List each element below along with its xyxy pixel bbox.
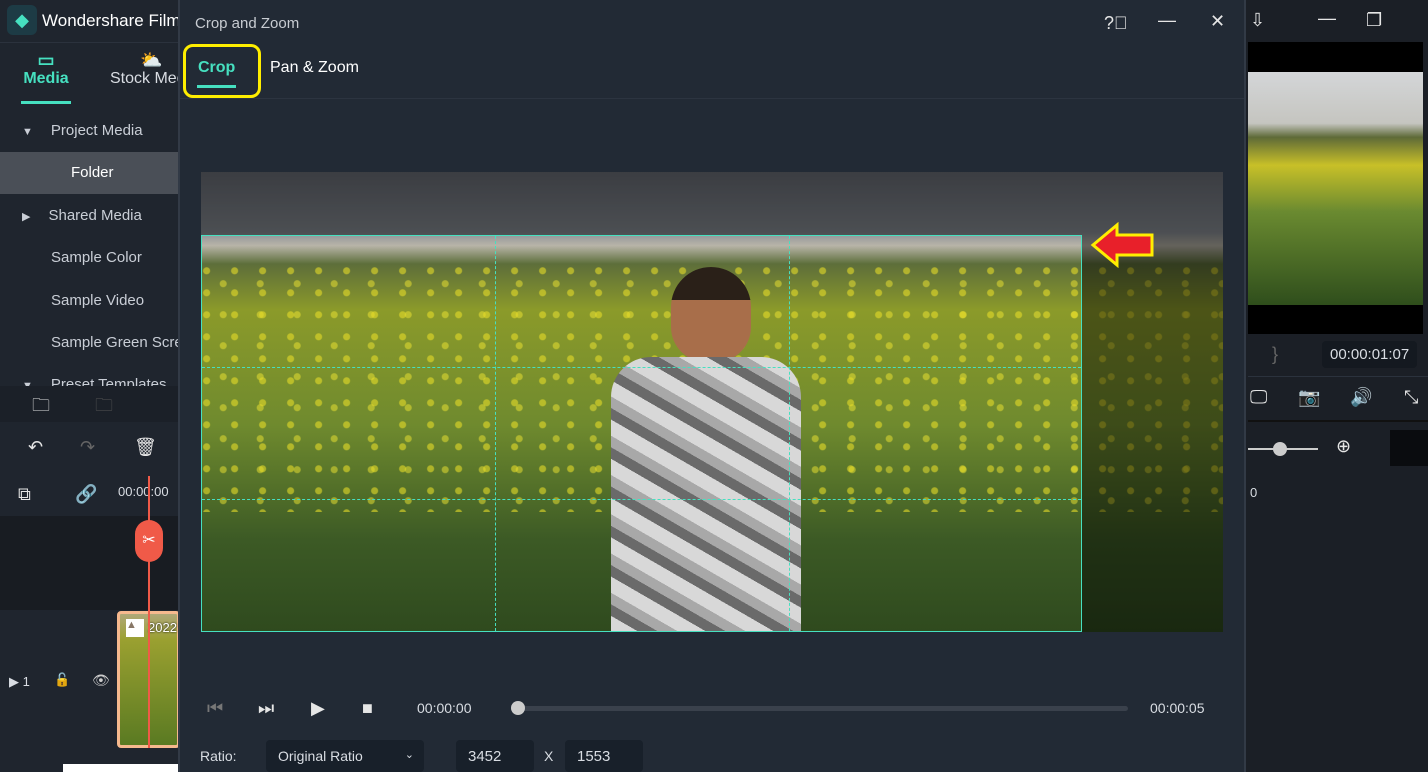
lock-icon[interactable]: 🔓	[54, 672, 70, 688]
tab-media[interactable]: ▭ Media	[20, 50, 72, 88]
seek-bar[interactable]	[518, 706, 1128, 711]
image-icon: ▲	[126, 619, 144, 637]
playhead[interactable]	[148, 476, 150, 748]
sidebar-item-preset-templates[interactable]: ▼ Preset Templates	[0, 364, 180, 386]
scissors-icon[interactable]: ✂	[135, 520, 163, 562]
ratio-value: Original Ratio	[278, 748, 363, 764]
label: Sample Green Screen	[51, 334, 180, 351]
seek-handle[interactable]	[511, 701, 525, 715]
zoom-in-icon[interactable]: ⊕	[1336, 436, 1351, 457]
volume-icon[interactable]: 🔊	[1350, 387, 1372, 408]
label: Project Media	[50, 122, 143, 139]
download-icon[interactable]: ⇩	[1250, 10, 1265, 31]
crop-width-input[interactable]	[456, 740, 534, 772]
crop-box[interactable]	[201, 235, 1082, 632]
preview-video	[1248, 72, 1423, 305]
play-icon[interactable]: ▶	[311, 698, 325, 719]
label: Sample Color	[51, 249, 142, 266]
chevron-down-icon: ⌄	[404, 749, 414, 761]
delete-icon[interactable]: 🗑	[134, 437, 157, 458]
video-track-label: ▶ 1	[9, 674, 30, 690]
sidebar-item-shared-media[interactable]: ▶ Shared Media	[0, 195, 180, 237]
sidebar-item-project-media[interactable]: ▼ Project Media	[0, 110, 180, 152]
minimize-icon[interactable]: —	[1158, 10, 1176, 31]
label: Folder	[71, 164, 114, 181]
red-arrow-annotation	[1090, 222, 1154, 268]
active-tab-underline	[197, 85, 236, 88]
expand-icon: ▼	[22, 126, 33, 138]
preview-panel: ⇩ — ❐ } 00:00:01:07 🖵 📷 🔊 ⤡ ⊕ 0	[1248, 0, 1428, 772]
timeline-ruler-time: 00:00:00	[118, 484, 169, 499]
label: Sample Video	[51, 292, 145, 309]
media-panel: ◆ Wondershare Filmora ▭ Media ⛅ Stock Me…	[0, 0, 518, 772]
sidebar-item-sample-color[interactable]: Sample Color	[0, 237, 180, 279]
eye-icon[interactable]: 👁	[92, 672, 110, 689]
restore-icon[interactable]: ❐	[1366, 10, 1382, 31]
track-number: 1	[22, 674, 30, 689]
previous-frame-icon[interactable]: ⏮	[207, 698, 223, 719]
ratio-label: Ratio:	[200, 748, 237, 764]
fullscreen-icon[interactable]: ⤡	[1404, 387, 1418, 408]
link-icon[interactable]: 🔗	[75, 484, 97, 505]
new-folder-icon[interactable]: 🗀	[32, 393, 50, 423]
zoom-slider-handle[interactable]	[1273, 442, 1287, 456]
snapshot-icon[interactable]: 📷	[1298, 387, 1320, 408]
label: Preset Templates	[50, 376, 167, 386]
total-time: 00:00:05	[1150, 700, 1205, 716]
mark-out-icon[interactable]: }	[1272, 344, 1278, 365]
preview-timecode: 00:00:01:07	[1322, 341, 1418, 368]
minimize-icon[interactable]: —	[1318, 8, 1336, 29]
current-time: 00:00:00	[417, 700, 472, 716]
tab-pan-zoom[interactable]: Pan & Zoom	[270, 59, 359, 77]
tab-label: Media	[23, 70, 69, 87]
ratio-select[interactable]: Original Ratio ⌄	[266, 740, 424, 772]
tab-crop[interactable]: Crop	[198, 59, 235, 77]
add-track-icon[interactable]: ⧉	[18, 484, 31, 505]
label: Shared Media	[48, 207, 142, 224]
close-icon[interactable]: ✕	[1210, 11, 1225, 32]
folder-icon: ▭	[37, 50, 55, 70]
stop-icon[interactable]: ■	[362, 698, 373, 719]
next-frame-icon[interactable]: ⏭	[258, 698, 274, 719]
remove-folder-icon[interactable]: 🗀	[95, 393, 113, 423]
sidebar-item-folder[interactable]: Folder	[0, 152, 180, 194]
undo-icon[interactable]: ↶	[28, 437, 43, 458]
expand-icon: ▶	[22, 211, 31, 223]
active-tab-underline	[21, 101, 71, 104]
sidebar-item-sample-video[interactable]: Sample Video	[0, 280, 180, 322]
app-title: Wondershare Filmora	[42, 11, 178, 30]
crop-height-input[interactable]	[565, 740, 643, 772]
video-track-icon: ▶	[9, 674, 19, 689]
dimension-separator: X	[544, 748, 554, 764]
ruler-label: 0	[1250, 485, 1258, 500]
filmora-logo: ◆	[7, 5, 37, 35]
sidebar-item-sample-green-screen[interactable]: Sample Green Screen	[0, 322, 180, 364]
help-icon[interactable]: ?⃝	[1104, 13, 1128, 34]
clip-label: 2022	[148, 620, 177, 635]
dialog-title: Crop and Zoom	[195, 15, 300, 32]
redo-icon[interactable]: ↷	[80, 437, 95, 458]
display-settings-icon[interactable]: 🖵	[1250, 387, 1267, 408]
